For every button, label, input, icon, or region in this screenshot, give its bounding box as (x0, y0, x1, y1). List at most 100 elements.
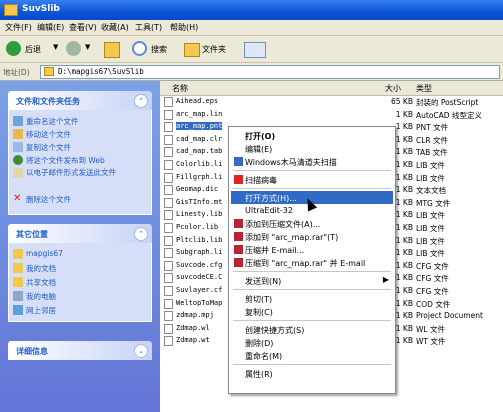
folder-icon (13, 249, 23, 259)
search-icon[interactable] (132, 41, 147, 56)
file-type: 文本文档 (416, 186, 446, 196)
folder-icon (44, 67, 54, 76)
context-menu-item[interactable]: Windows木马清道夫扫描 (231, 155, 393, 168)
file-icon (164, 147, 173, 158)
shared-folder-icon (13, 277, 23, 287)
globe-icon (13, 155, 23, 165)
context-menu-item[interactable]: 删除(D) (231, 336, 393, 349)
menu-item-label: 扫描病毒 (245, 176, 277, 185)
context-menu-item[interactable]: 属性(R) (231, 367, 393, 380)
file-name: Zdmap.wl (176, 323, 210, 332)
file-tasks-header[interactable]: 文件和文件夹任务 ⌃ (8, 91, 152, 110)
file-type: CFG 文件 (416, 287, 449, 296)
file-icon (164, 210, 173, 221)
menu-separator (233, 188, 391, 189)
menu-edit[interactable]: 编辑(E) (37, 22, 64, 33)
menu-file[interactable]: 文件(F) (5, 22, 32, 33)
file-type: LIB 文件 (416, 249, 445, 259)
collapse-chevron-icon[interactable]: ⌃ (134, 227, 148, 241)
file-type: WT 文件 (416, 337, 446, 347)
file-icon (164, 298, 173, 309)
file-type: LIB 文件 (416, 173, 445, 183)
folders-icon[interactable] (184, 43, 200, 57)
context-menu-item[interactable]: 压缩到 "arc_map.rar" 并 E-mail (231, 256, 393, 269)
context-menu-item[interactable]: 压缩并 E-mail... (231, 243, 393, 256)
table-row[interactable]: arc_map.lin 1 KB AutoCAD 线型定义 (160, 109, 503, 121)
email-task[interactable]: 以电子邮件形式发送此文件 (13, 168, 153, 192)
expand-chevron-icon[interactable]: ⌄ (134, 344, 148, 358)
menu-item-label: 创建快捷方式(S) (245, 326, 305, 335)
file-icon (164, 160, 173, 170)
folders-button[interactable]: 文件夹 (202, 44, 226, 60)
network-icon (13, 305, 23, 315)
menu-separator (233, 320, 391, 321)
file-name: arc_map.lin (176, 109, 223, 118)
menu-item-label: 复制(C) (245, 308, 273, 317)
file-name: zdmap.mpj (176, 311, 214, 320)
folder-icon (4, 4, 18, 16)
menu-separator (233, 289, 391, 290)
context-menu-item[interactable]: 复制(C) (231, 305, 393, 318)
back-dropdown-icon[interactable]: ▼ (53, 43, 58, 59)
menu-help[interactable]: 帮助(H) (170, 22, 198, 33)
file-icon (164, 336, 173, 347)
back-arrow-icon[interactable] (6, 41, 21, 56)
file-icon (164, 235, 173, 246)
address-label: 地址(D) (3, 68, 30, 77)
menu-item-label: 添加到压缩文件(A)... (245, 220, 321, 229)
context-menu-item[interactable]: 添加到压缩文件(A)... (231, 217, 393, 230)
up-folder-icon[interactable] (104, 42, 120, 58)
forward-arrow-icon[interactable] (66, 41, 81, 56)
computer-icon (13, 291, 23, 301)
forward-dropdown-icon[interactable]: ▼ (85, 43, 90, 59)
context-menu-item[interactable]: 创建快捷方式(S) (231, 323, 393, 336)
file-icon (164, 97, 173, 107)
menu-view[interactable]: 查看(V) (69, 22, 97, 33)
column-name[interactable]: 名称 (172, 83, 188, 94)
context-menu-item[interactable]: 添加到 "arc_map.rar"(T) (231, 230, 393, 243)
title-bar: SuvSlib (0, 0, 503, 20)
menu-item-label: 删除(D) (245, 339, 274, 348)
file-icon (164, 197, 173, 208)
copy-icon (13, 142, 23, 152)
details-header[interactable]: 详细信息 ⌄ (8, 341, 152, 360)
menu-item-icon (234, 258, 243, 267)
menu-separator (233, 364, 391, 365)
menu-separator (233, 170, 391, 171)
views-icon[interactable] (244, 42, 266, 58)
file-name: Pcolor.lib (176, 223, 219, 231)
menu-item-label: 属性(R) (245, 370, 273, 379)
context-menu-item[interactable]: 剪切(T) (231, 292, 393, 305)
other-places-header[interactable]: 其它位置 ⌃ (8, 224, 152, 243)
other-places-title: 其它位置 (16, 230, 48, 239)
menu-item-icon (234, 175, 243, 184)
file-name: cad_map.clr (176, 134, 223, 143)
file-type: LIB 文件 (416, 161, 445, 170)
menu-item-icon (234, 245, 243, 254)
collapse-chevron-icon[interactable]: ⌃ (134, 94, 148, 108)
file-name: GisTInfo.mt (176, 197, 223, 206)
menu-item-label: 重命名(M) (245, 352, 283, 361)
context-menu-item[interactable]: 扫描病毒 (231, 173, 393, 186)
context-menu-item[interactable]: 发送到(N) ▶ (231, 274, 393, 287)
menu-item-label: 编辑(E) (245, 145, 273, 154)
file-type: MTG 文件 (416, 198, 451, 208)
move-icon (13, 129, 23, 139)
context-menu-item[interactable]: 编辑(E) (231, 142, 393, 155)
menu-favorites[interactable]: 收藏(A) (101, 22, 129, 33)
file-name: arc_map.pnt (176, 122, 223, 131)
address-bar: 地址(D) D:\mapgis67\SuvSlib (0, 63, 503, 81)
menu-tools[interactable]: 工具(T) (135, 22, 162, 33)
file-type: CFG 文件 (416, 261, 449, 271)
column-size[interactable]: 大小 (385, 83, 401, 94)
file-type: COD 文件 (416, 299, 451, 309)
menu-item-icon (234, 232, 243, 241)
table-row[interactable]: Aihead.eps 65 KB 封装的 PostScript (160, 96, 503, 108)
context-menu-item[interactable]: 打开(O) (231, 129, 393, 142)
search-button[interactable]: 搜索 (151, 44, 167, 60)
column-type[interactable]: 类型 (416, 83, 432, 94)
context-menu-item[interactable]: 重命名(M) (231, 349, 393, 362)
file-type: LIB 文件 (416, 224, 445, 233)
back-button[interactable]: 后退 (25, 44, 41, 60)
address-input[interactable]: D:\mapgis67\SuvSlib (40, 65, 500, 79)
